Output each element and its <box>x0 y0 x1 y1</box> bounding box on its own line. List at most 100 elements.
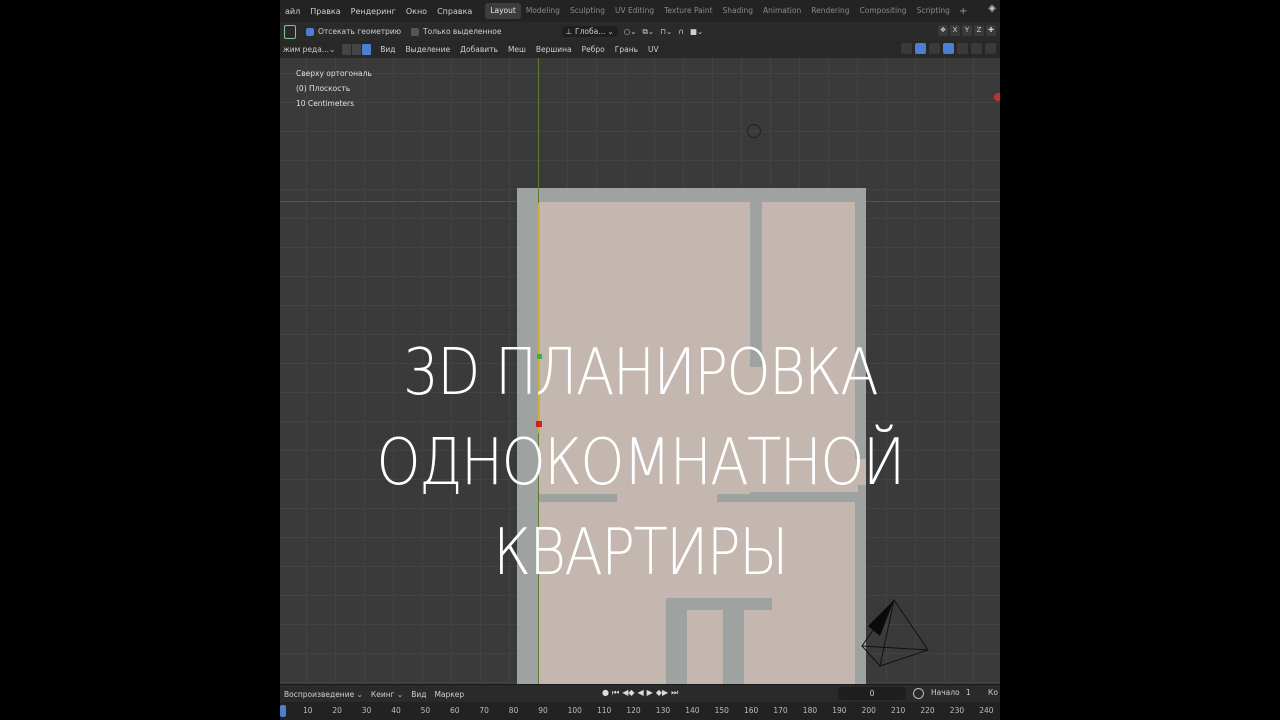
vertex-select-icon[interactable] <box>342 44 352 55</box>
menu-add[interactable]: Добавить <box>455 45 503 54</box>
menu-marker[interactable]: Маркер <box>430 690 468 699</box>
ruler-tick-label: 120 <box>626 706 641 715</box>
menu-face[interactable]: Грань <box>610 45 643 54</box>
edge-select-icon[interactable] <box>352 44 362 55</box>
ruler-tick-label: 40 <box>391 706 401 715</box>
menu-keying[interactable]: Кеинг ⌄ <box>367 690 407 699</box>
face-select-icon[interactable] <box>362 44 372 55</box>
keying-label: Кеинг <box>370 689 395 699</box>
overlay-icon[interactable] <box>929 43 940 54</box>
end-frame-label: Ко <box>988 688 998 697</box>
extra-icon[interactable]: ■⌄ <box>690 27 703 36</box>
shading-solid-icon[interactable] <box>971 43 982 54</box>
tab-layout[interactable]: Layout <box>485 3 521 19</box>
playback-label: Воспроизведение <box>284 689 355 699</box>
grid-scale: 10 Centimeters <box>296 99 355 108</box>
menu-select[interactable]: Выделение <box>401 45 456 54</box>
checkbox-checked-icon[interactable] <box>306 27 314 36</box>
only-selected-toggle[interactable]: Только выделенное <box>411 27 502 36</box>
play-icon[interactable]: ▶ <box>647 688 653 698</box>
title-line-1: 3D ПЛАНИРОВКА <box>403 336 879 410</box>
menu-edge[interactable]: Ребро <box>577 45 610 54</box>
tab-rendering[interactable]: Rendering <box>806 3 854 19</box>
ruler-tick-label: 160 <box>744 706 759 715</box>
prev-keyframe-icon[interactable]: ◀◆ <box>622 688 634 698</box>
add-workspace-button[interactable]: + <box>955 6 971 17</box>
tab-modeling[interactable]: Modeling <box>521 3 565 19</box>
falloff-icon[interactable]: ∩ <box>678 27 684 36</box>
current-frame-field[interactable]: 0 <box>838 687 906 700</box>
title-line-2: ОДНОКОМНАТНОЙ <box>376 426 905 500</box>
ruler-tick-label: 100 <box>567 706 582 715</box>
next-keyframe-icon[interactable]: ◆▶ <box>656 688 668 698</box>
tab-animation[interactable]: Animation <box>758 3 806 19</box>
ruler-tick-label: 50 <box>420 706 431 715</box>
room-bottom-left <box>538 598 666 684</box>
menu-render[interactable]: Рендеринг <box>346 7 401 16</box>
ruler-tick-label: 210 <box>891 706 906 715</box>
edit-mode-dropdown[interactable]: жим реда... ⌄ <box>280 45 338 54</box>
jump-end-icon[interactable]: ⏭ <box>671 688 678 698</box>
ruler-tick-label: 90 <box>538 706 548 715</box>
snap-icon[interactable]: ⧉⌄ <box>643 27 655 37</box>
viewport-display-buttons <box>901 43 996 54</box>
x-axis-button[interactable]: X <box>950 25 960 36</box>
start-frame-value[interactable]: 1 <box>966 688 971 697</box>
menu-view[interactable]: Вид <box>375 45 400 54</box>
y-axis-button[interactable]: Y <box>962 25 972 36</box>
checkbox-unchecked-icon[interactable] <box>411 27 420 36</box>
mirror-icon[interactable]: ❖ <box>938 25 948 36</box>
wrench-icon[interactable]: ✚ <box>986 25 996 36</box>
camera-icon[interactable] <box>858 598 930 668</box>
ruler-tick-label: 200 <box>861 706 876 715</box>
menu-help[interactable]: Справка <box>432 7 477 16</box>
tab-compositing[interactable]: Compositing <box>855 3 912 19</box>
orientation-dropdown[interactable]: ⊥ Глоба... ⌄ <box>561 26 618 37</box>
record-icon[interactable]: ● <box>602 688 609 698</box>
xray-icon[interactable] <box>943 43 954 54</box>
menu-timeline-view[interactable]: Вид <box>407 690 430 699</box>
jump-start-icon[interactable]: ⏮ <box>612 688 619 698</box>
timeline-ruler[interactable]: 10 20 30 40 50 60 70 80 90 100 110 120 130 140 150 160 1… <box>280 702 1000 720</box>
shading-material-icon[interactable] <box>985 43 996 54</box>
mode-label: жим реда... <box>283 45 329 54</box>
shading-wireframe-icon[interactable] <box>957 43 968 54</box>
ruler-tick-label: 170 <box>773 706 788 715</box>
menu-playback[interactable]: Воспроизведение ⌄ <box>280 690 367 699</box>
only-selected-label: Только выделенное <box>423 27 502 36</box>
playhead[interactable] <box>280 705 286 717</box>
tab-uv-editing[interactable]: UV Editing <box>610 3 659 19</box>
tab-scripting[interactable]: Scripting <box>912 3 955 19</box>
ruler-tick-label: 130 <box>655 706 671 715</box>
menu-edit[interactable]: Правка <box>305 7 345 16</box>
playback-controls: ● ⏮ ◀◆ ◀ ▶ ◆▶ ⏭ <box>602 688 678 698</box>
proportional-icon[interactable]: ⊓⌄ <box>660 27 672 36</box>
visibility-icon[interactable] <box>901 43 912 54</box>
menu-window[interactable]: Окно <box>401 7 432 16</box>
light-icon[interactable] <box>747 124 761 138</box>
tab-sculpting[interactable]: Sculpting <box>565 3 610 19</box>
blender-window: айл Правка Рендеринг Окно Справка Layout… <box>280 0 1000 720</box>
gizmo-icon[interactable] <box>915 43 926 54</box>
workspace-tabs: Layout Modeling Sculpting UV Editing Tex… <box>485 0 971 22</box>
scene-icon[interactable]: ◈ <box>988 3 996 14</box>
menu-mesh[interactable]: Меш <box>503 45 531 54</box>
orientation-icon: ⊥ <box>565 27 573 36</box>
ruler-tick-label: 110 <box>597 706 612 715</box>
menu-file[interactable]: айл <box>280 7 305 16</box>
clock-icon[interactable] <box>913 688 924 699</box>
z-axis-button[interactable]: Z <box>974 25 984 36</box>
tab-texture-paint[interactable]: Texture Paint <box>659 3 717 19</box>
navigation-gizmo-icon[interactable] <box>994 93 1000 101</box>
ruler-tick-label: 240 <box>979 706 994 715</box>
3d-viewport[interactable]: Сверху ортогональ (0) Плоскость 10 Centi… <box>280 58 1000 684</box>
tab-shading[interactable]: Shading <box>718 3 758 19</box>
object-name: (0) Плоскость <box>296 84 351 93</box>
clip-geometry-toggle[interactable]: Отсекать геометрию <box>306 27 401 36</box>
play-reverse-icon[interactable]: ◀ <box>638 688 644 698</box>
ruler-tick-label: 220 <box>920 706 935 715</box>
pivot-icon[interactable]: ○⌄ <box>624 27 637 36</box>
menu-uv[interactable]: UV <box>643 45 664 54</box>
menu-vertex[interactable]: Вершина <box>531 45 577 54</box>
tool-icon[interactable] <box>284 24 296 39</box>
